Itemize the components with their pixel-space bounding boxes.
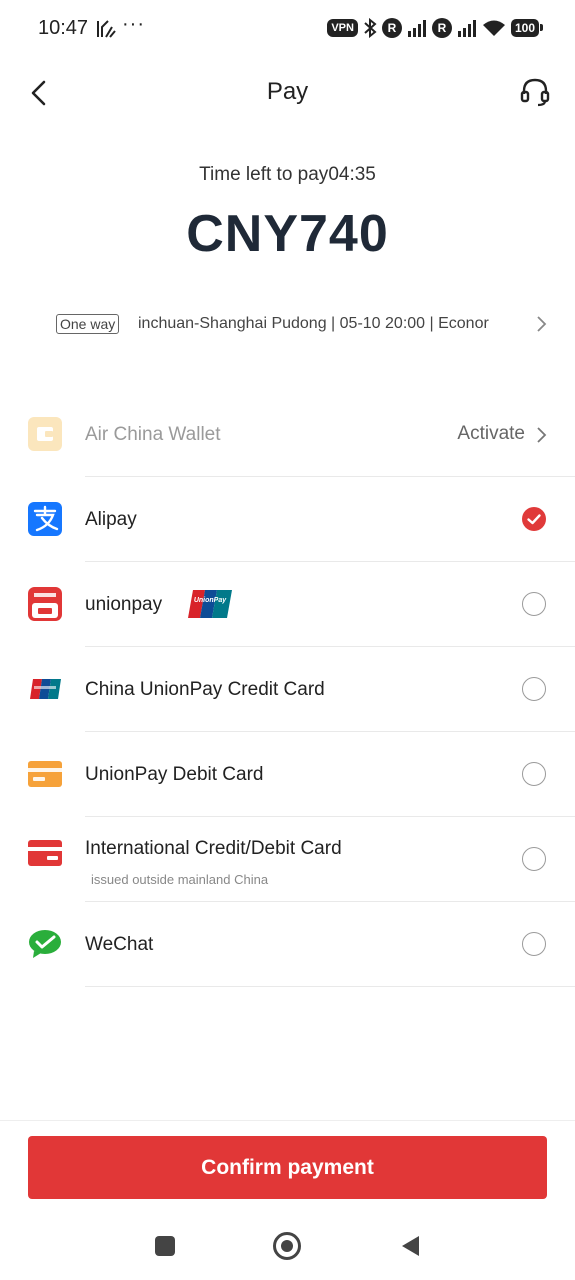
debit-card-icon bbox=[28, 761, 62, 787]
status-indicators: VPN R R 100 bbox=[327, 17, 544, 39]
radio-unselected[interactable] bbox=[522, 592, 546, 616]
back-triangle-icon[interactable] bbox=[399, 1234, 421, 1258]
recent-apps-button[interactable] bbox=[155, 1236, 175, 1256]
network-speed-icon bbox=[97, 20, 116, 38]
payment-method-label: unionpay bbox=[85, 594, 163, 615]
credit-card-icon bbox=[28, 840, 62, 866]
radio-unselected[interactable] bbox=[522, 932, 546, 956]
payment-method-unionpay-credit[interactable]: China UnionPay Credit Card bbox=[0, 647, 575, 732]
unionpay-card-icon bbox=[30, 679, 61, 699]
unionpay-logo-icon: UnionPay bbox=[188, 590, 232, 618]
unionpay-logo-text: UnionPay bbox=[194, 597, 227, 604]
system-nav-bar bbox=[0, 1220, 575, 1280]
chevron-right-icon bbox=[537, 316, 547, 332]
confirm-payment-button[interactable]: Confirm payment bbox=[28, 1136, 547, 1199]
payment-method-label: Alipay bbox=[85, 509, 137, 530]
roaming-badge: R bbox=[381, 18, 402, 38]
time-left-label: Time left to pay bbox=[199, 164, 329, 185]
home-button[interactable] bbox=[273, 1232, 301, 1260]
status-more: ··· bbox=[122, 13, 145, 35]
wifi-icon bbox=[482, 20, 505, 36]
payment-method-air-china-wallet[interactable]: Air China Wallet Activate bbox=[0, 392, 575, 477]
payment-method-label: Air China Wallet bbox=[85, 424, 221, 445]
radio-unselected[interactable] bbox=[522, 677, 546, 701]
radio-selected[interactable] bbox=[522, 507, 546, 531]
payment-method-label: International Credit/Debit Card bbox=[85, 838, 342, 859]
time-left: Time left to pay04:35 bbox=[0, 164, 575, 186]
status-bar: 10:47 ··· VPN R R 100 bbox=[0, 0, 575, 58]
chevron-right-icon bbox=[537, 427, 547, 443]
payment-method-unionpay[interactable]: unionpay UnionPay bbox=[0, 562, 575, 647]
payment-amount: CNY740 bbox=[186, 205, 389, 263]
bluetooth-icon bbox=[364, 18, 377, 38]
payment-method-wechat[interactable]: WeChat bbox=[0, 902, 575, 987]
headset-icon[interactable] bbox=[519, 76, 551, 108]
payment-method-list: Air China Wallet Activate Alipay unionpa… bbox=[0, 392, 575, 987]
payment-method-international-card[interactable]: International Credit/Debit Card issued o… bbox=[0, 817, 575, 902]
cloud-quickpass-icon bbox=[28, 587, 62, 621]
payment-method-label: UnionPay Debit Card bbox=[85, 764, 264, 785]
payment-method-label: China UnionPay Credit Card bbox=[85, 679, 325, 700]
payment-method-alipay[interactable]: Alipay bbox=[0, 477, 575, 562]
app-header: Pay bbox=[0, 58, 575, 128]
vpn-badge: VPN bbox=[327, 19, 358, 37]
trip-summary[interactable]: One way inchuan-Shanghai Pudong | 05-10 … bbox=[56, 306, 556, 342]
wechat-pay-icon bbox=[29, 930, 61, 958]
payment-method-subtitle: issued outside mainland China bbox=[91, 872, 269, 887]
signal-icon bbox=[457, 20, 476, 37]
confirm-bar: Confirm payment bbox=[0, 1120, 575, 1220]
wallet-icon bbox=[28, 417, 62, 451]
time-left-countdown: 04:35 bbox=[328, 164, 376, 185]
radio-unselected[interactable] bbox=[522, 762, 546, 786]
payment-method-unionpay-debit[interactable]: UnionPay Debit Card bbox=[0, 732, 575, 817]
trip-details: inchuan-Shanghai Pudong | 05-10 20:00 | … bbox=[138, 315, 489, 332]
radio-unselected[interactable] bbox=[522, 847, 546, 871]
payment-method-label: WeChat bbox=[85, 934, 154, 955]
battery-indicator: 100 bbox=[510, 19, 544, 37]
alipay-icon bbox=[28, 502, 62, 536]
trip-type-badge: One way bbox=[56, 314, 120, 334]
status-time: 10:47 bbox=[38, 17, 89, 39]
signal-icon bbox=[407, 20, 426, 37]
page-title: Pay bbox=[266, 78, 309, 105]
activate-link[interactable]: Activate bbox=[457, 423, 525, 445]
checkmark-icon bbox=[527, 514, 541, 525]
roaming-badge: R bbox=[431, 18, 452, 38]
